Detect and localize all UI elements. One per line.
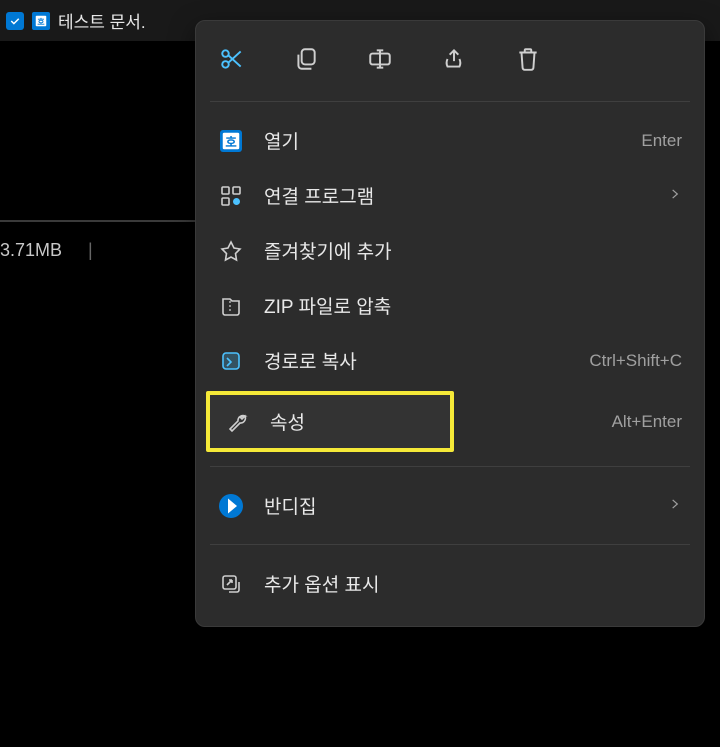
- delete-button[interactable]: [510, 41, 546, 77]
- copy-button[interactable]: [288, 41, 324, 77]
- rename-icon: [367, 46, 393, 72]
- check-icon: [9, 15, 21, 27]
- hwp-file-icon: 호: [32, 12, 50, 30]
- rename-button[interactable]: [362, 41, 398, 77]
- menu-divider: [210, 544, 690, 545]
- menu-zip-label: ZIP 파일로 압축: [264, 292, 682, 319]
- cut-button[interactable]: [214, 41, 250, 77]
- file-size-label: 3.71MB: [0, 240, 62, 261]
- menu-open-shortcut: Enter: [641, 131, 682, 151]
- scissors-icon: [219, 46, 245, 72]
- highlight-box: 속성: [206, 391, 454, 452]
- menu-properties-shortcut: Alt+Enter: [612, 412, 696, 432]
- chevron-right-icon: [668, 495, 682, 516]
- menu-favorite[interactable]: 즐겨찾기에 추가: [204, 224, 696, 277]
- menu-favorite-label: 즐겨찾기에 추가: [264, 237, 682, 264]
- zip-icon: [218, 293, 244, 319]
- file-name-label: 테스트 문서.: [58, 8, 146, 33]
- star-icon: [218, 238, 244, 264]
- menu-zip[interactable]: ZIP 파일로 압축: [204, 279, 696, 332]
- file-checkbox[interactable]: [6, 12, 24, 30]
- context-menu: 호 열기 Enter 연결 프로그램: [195, 20, 705, 627]
- menu-more-label: 추가 옵션 표시: [264, 570, 682, 597]
- more-options-icon: [218, 571, 244, 597]
- menu-more-options[interactable]: 추가 옵션 표시: [204, 557, 696, 610]
- menu-bandizip[interactable]: 반디집: [204, 479, 696, 532]
- status-divider: |: [88, 240, 93, 261]
- menu-divider: [210, 101, 690, 102]
- menu-copy-path-shortcut: Ctrl+Shift+C: [589, 351, 682, 371]
- status-bar: 3.71MB |: [0, 240, 93, 261]
- svg-text:호: 호: [225, 135, 236, 149]
- share-icon: [441, 46, 467, 72]
- share-button[interactable]: [436, 41, 472, 77]
- menu-open-with[interactable]: 연결 프로그램: [204, 169, 696, 222]
- menu-open[interactable]: 호 열기 Enter: [204, 114, 696, 167]
- trash-icon: [515, 46, 541, 72]
- menu-open-label: 열기: [264, 127, 621, 154]
- menu-open-with-label: 연결 프로그램: [264, 182, 640, 209]
- menu-copy-path[interactable]: 경로로 복사 Ctrl+Shift+C: [204, 334, 696, 387]
- open-icon: 호: [218, 128, 244, 154]
- menu-divider: [210, 466, 690, 467]
- copy-path-icon: [218, 348, 244, 374]
- bandizip-icon: [218, 493, 244, 519]
- context-toolbar: [202, 31, 698, 95]
- menu-properties[interactable]: 속성: [210, 395, 450, 448]
- svg-text:호: 호: [37, 16, 44, 26]
- menu-properties-label: 속성: [270, 408, 436, 435]
- copy-icon: [293, 46, 319, 72]
- open-with-icon: [218, 183, 244, 209]
- menu-copy-path-label: 경로로 복사: [264, 347, 569, 374]
- menu-bandizip-label: 반디집: [264, 492, 640, 519]
- header-separator: [0, 220, 195, 222]
- chevron-right-icon: [668, 185, 682, 206]
- wrench-icon: [224, 409, 250, 435]
